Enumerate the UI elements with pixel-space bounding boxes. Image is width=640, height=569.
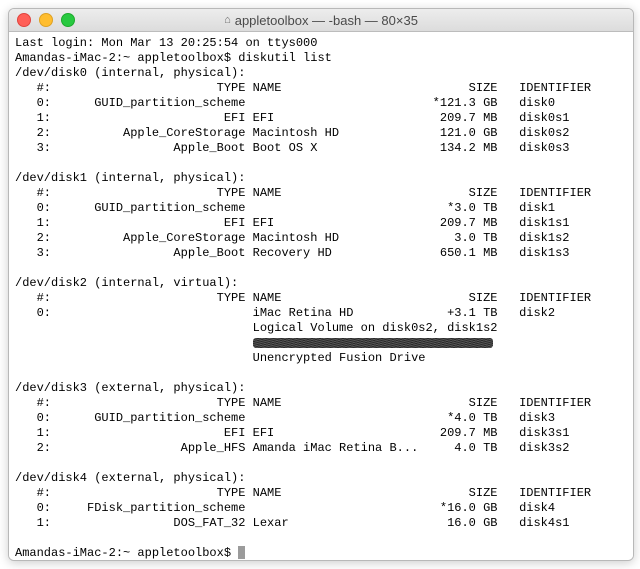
- close-icon[interactable]: [17, 13, 31, 27]
- zoom-icon[interactable]: [61, 13, 75, 27]
- window-title: ⌂ appletoolbox — -bash — 80×35: [9, 13, 633, 28]
- redacted-uuid: [253, 338, 493, 348]
- titlebar: ⌂ appletoolbox — -bash — 80×35: [9, 9, 633, 32]
- minimize-icon[interactable]: [39, 13, 53, 27]
- cursor: [238, 546, 245, 559]
- terminal-content[interactable]: Last login: Mon Mar 13 20:25:54 on ttys0…: [9, 32, 633, 560]
- terminal-window: ⌂ appletoolbox — -bash — 80×35 Last logi…: [8, 8, 634, 561]
- home-icon: ⌂: [224, 14, 231, 26]
- title-text: appletoolbox — -bash — 80×35: [235, 13, 418, 28]
- traffic-lights: [17, 13, 75, 27]
